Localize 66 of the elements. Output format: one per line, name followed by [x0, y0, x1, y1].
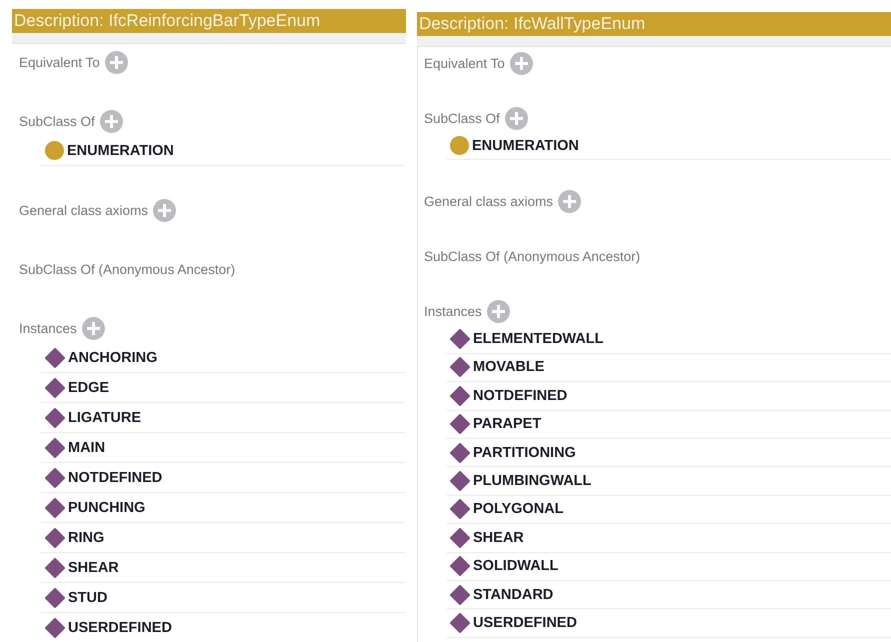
individual-item[interactable]: MOVABLE [446, 354, 891, 382]
section-label: SubClass Of (Anonymous Ancestor) [424, 249, 640, 264]
diamond-icon [450, 528, 470, 548]
diamond-icon [450, 612, 470, 633]
diamond-icon [450, 357, 470, 378]
class-item[interactable]: ENUMERATION [446, 132, 891, 160]
individual-item[interactable]: ANCHORING [41, 343, 406, 373]
section-label: General class axioms [19, 202, 148, 218]
diamond-icon [45, 438, 65, 458]
individual-item[interactable]: STUD [41, 583, 406, 613]
diamond-icon [45, 498, 65, 518]
section-label: Instances [19, 320, 77, 336]
individual-item[interactable]: SOLIDWALL [446, 552, 891, 581]
circle-icon [45, 141, 64, 160]
individual-item[interactable]: RING [41, 523, 406, 553]
add-button[interactable] [100, 110, 123, 132]
diamond-icon [450, 584, 470, 605]
section-label: Equivalent To [424, 56, 505, 71]
diamond-icon [450, 329, 470, 350]
diamond-icon [450, 414, 470, 434]
add-button[interactable] [82, 316, 105, 340]
add-button[interactable] [504, 107, 528, 130]
diamond-icon [45, 468, 65, 488]
section-label: SubClass Of [424, 111, 500, 126]
circle-icon [450, 136, 469, 156]
add-button[interactable] [153, 198, 176, 222]
section-label: SubClass Of (Anonymous Ancestor) [19, 262, 236, 276]
individual-item[interactable]: USERDEFINED [41, 613, 406, 642]
diamond-icon [450, 442, 470, 463]
diamond-icon [45, 348, 65, 368]
individual-item[interactable]: PARTITIONING [446, 438, 891, 468]
add-button[interactable] [486, 300, 510, 324]
section-label: Equivalent To [19, 54, 100, 70]
diamond-icon [450, 471, 470, 492]
individual-item[interactable]: USERDEFINED [446, 609, 891, 638]
individual-item[interactable]: STANDARD [446, 580, 891, 610]
diamond-icon [45, 588, 65, 608]
individual-item[interactable]: SHEAR [446, 524, 891, 553]
add-button[interactable] [104, 50, 128, 74]
individual-item[interactable]: PUNCHING [41, 493, 406, 523]
individual-item[interactable]: ELEMENTEDWALL [446, 325, 891, 354]
diamond-icon [45, 618, 65, 638]
individual-item[interactable]: SHEAR [41, 553, 406, 583]
individual-item[interactable]: MAIN [41, 433, 406, 463]
panel-header: Description: IfcReinforcingBarTypeEnum [12, 9, 406, 33]
individual-item[interactable]: PARAPET [446, 410, 891, 439]
panel-header: Description: IfcWallTypeEnum [417, 12, 891, 36]
individual-item[interactable]: PLUMBINGWALL [446, 467, 891, 496]
diamond-icon [450, 499, 470, 520]
individual-item[interactable]: NOTDEFINED [446, 382, 891, 411]
diamond-icon [45, 558, 65, 578]
add-button[interactable] [510, 52, 533, 75]
individual-item[interactable]: LIGATURE [41, 403, 406, 433]
diamond-icon [45, 408, 65, 428]
diamond-icon [450, 386, 470, 406]
section-label: General class axioms [424, 194, 554, 210]
individual-item[interactable]: EDGE [41, 373, 406, 403]
add-button[interactable] [558, 190, 582, 214]
class-item[interactable]: ENUMERATION [41, 136, 406, 166]
diamond-icon [450, 556, 470, 576]
section-label: SubClass Of [19, 114, 95, 128]
diamond-icon [45, 378, 65, 398]
section-label: Instances [424, 304, 482, 320]
individual-item[interactable]: NOTDEFINED [41, 463, 406, 493]
diamond-icon [45, 528, 65, 548]
individual-item[interactable]: POLYGONAL [446, 496, 891, 524]
